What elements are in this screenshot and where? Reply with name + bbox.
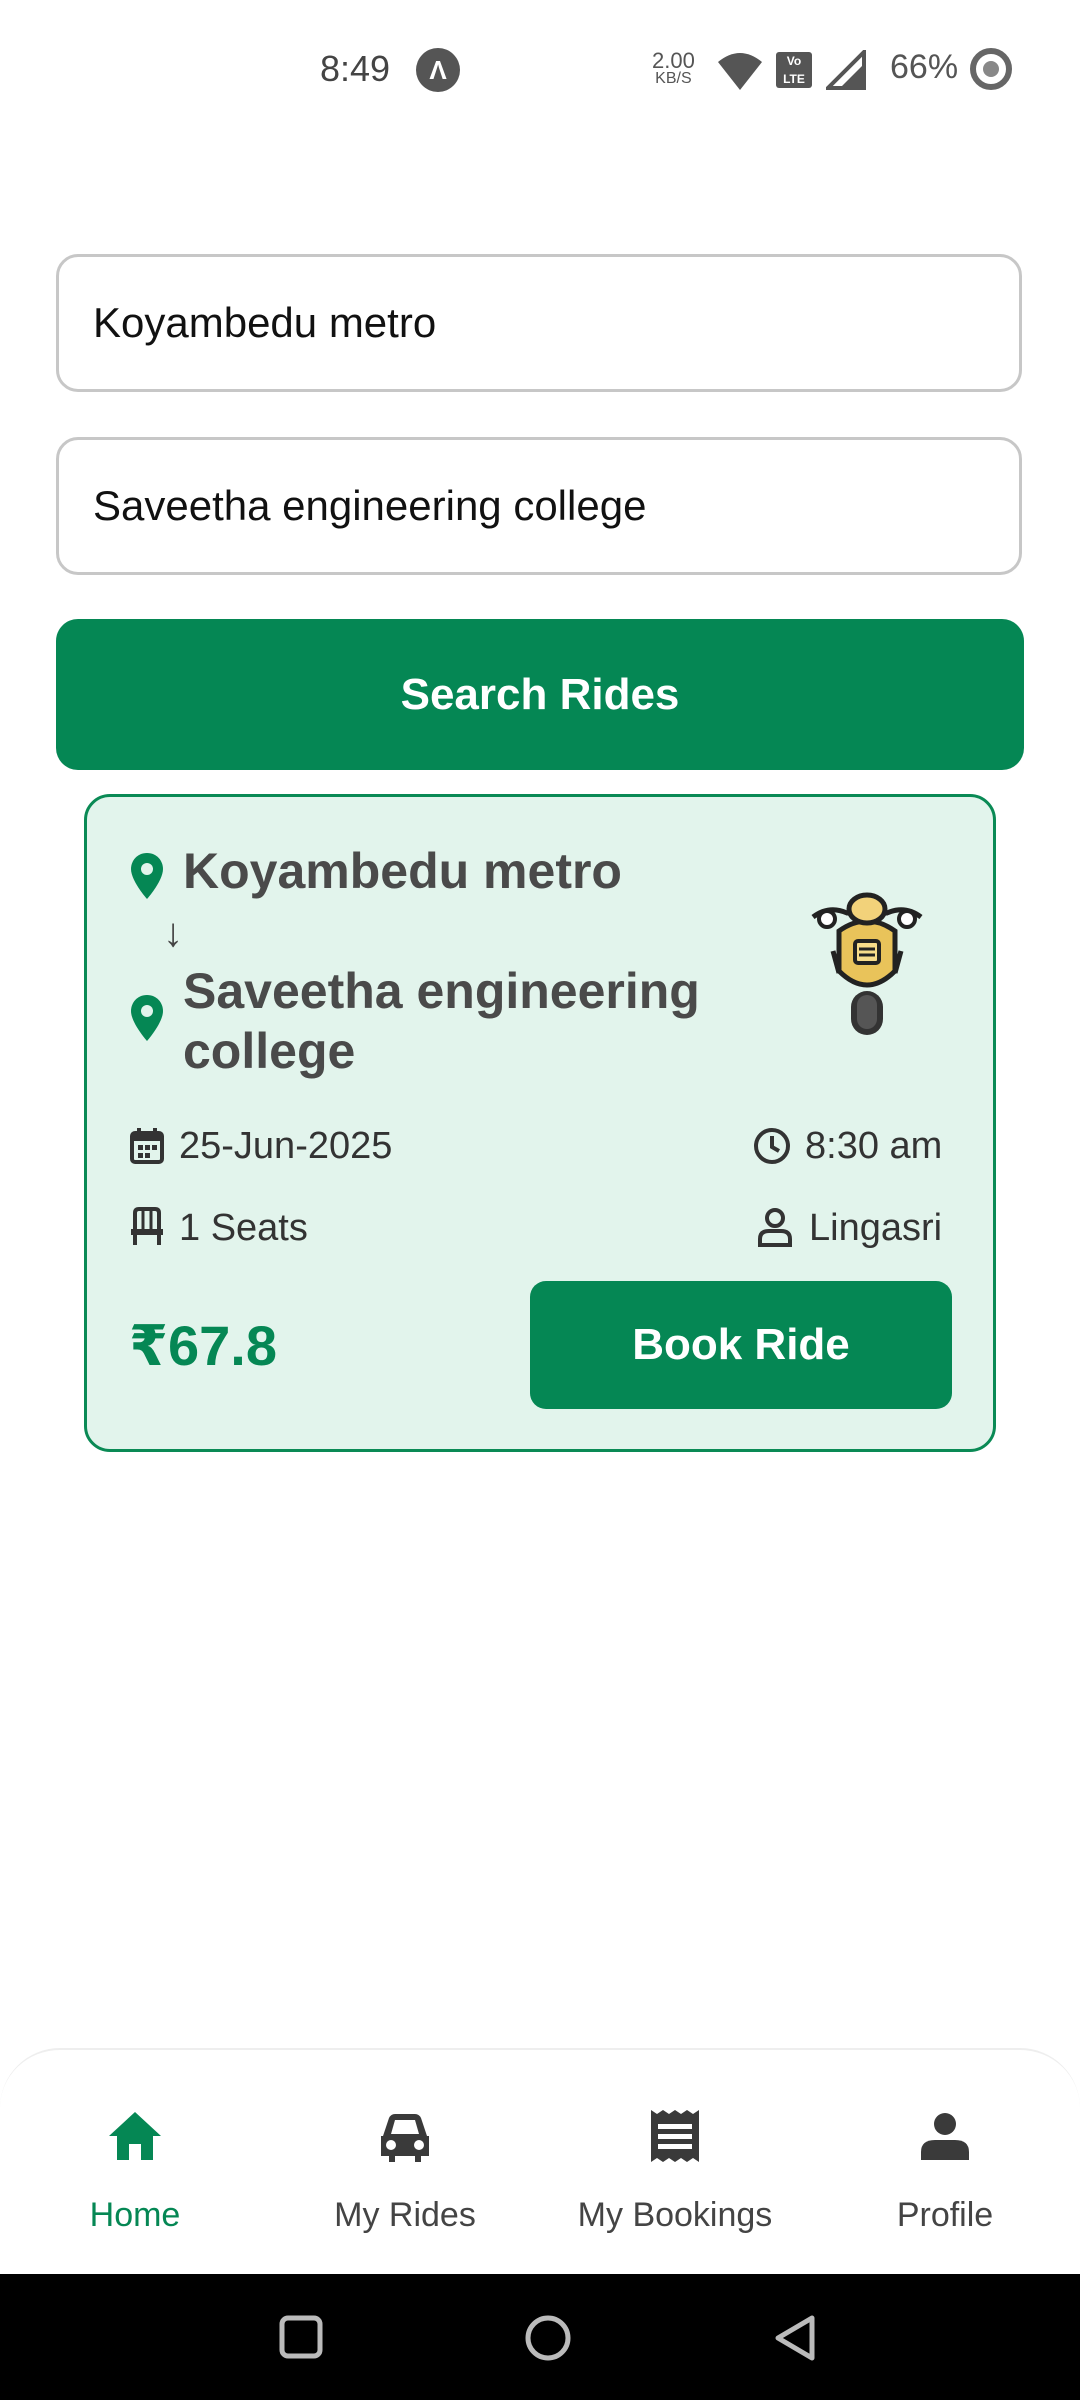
person-icon [921, 2113, 969, 2160]
ride-from: Koyambedu metro [183, 843, 622, 899]
status-bar: 8:49 Λ 2.00 KB/S Vo LTE 66% [0, 0, 1080, 140]
home-icon [109, 2112, 161, 2160]
ride-to-line2: college [183, 1023, 356, 1079]
back-triangle-icon[interactable] [772, 2314, 818, 2362]
volte-icon: Vo LTE [776, 52, 812, 88]
signal-icon [826, 50, 866, 90]
status-time: 8:49 [320, 48, 391, 89]
from-location-input[interactable]: Koyambedu metro [56, 254, 1022, 392]
receipt-icon [651, 2110, 699, 2162]
location-pin-icon [131, 853, 163, 899]
seat-icon [131, 1207, 163, 1245]
network-speed: 2.00 KB/S [652, 48, 695, 88]
car-icon [381, 2114, 429, 2162]
system-navigation-bar [0, 2274, 1080, 2400]
app-notification-icon: Λ [416, 48, 460, 92]
home-circle-icon[interactable] [524, 2314, 572, 2362]
ride-fare: ₹67.8 [129, 1314, 277, 1377]
nav-my-rides[interactable]: My Rides [270, 2050, 540, 2276]
wifi-icon [718, 53, 762, 90]
ride-time: 8:30 am [805, 1125, 943, 1167]
battery-saver-icon [970, 48, 1012, 90]
ride-to: Saveetha engineering college [183, 961, 700, 1081]
nav-profile[interactable]: Profile [810, 2050, 1080, 2276]
network-speed-value: 2.00 [652, 48, 695, 73]
nav-label-home: Home [89, 2196, 181, 2234]
nav-my-bookings[interactable]: My Bookings [540, 2050, 810, 2276]
location-pin-icon [131, 995, 163, 1041]
nav-label-profile: Profile [896, 2196, 994, 2234]
arrow-down-icon: ↓ [163, 911, 183, 955]
nav-home[interactable]: Home [0, 2050, 270, 2276]
motorbike-icon [811, 892, 923, 1035]
recents-square-icon[interactable] [278, 2314, 324, 2360]
ride-to-line1: Saveetha engineering [183, 963, 700, 1019]
clock-icon [754, 1128, 790, 1164]
to-location-input[interactable]: Saveetha engineering college [56, 437, 1022, 575]
ride-driver: Lingasri [809, 1207, 943, 1249]
ride-card[interactable]: Koyambedu metro ↓ Saveetha engineering c… [84, 794, 996, 1452]
book-ride-button[interactable]: Book Ride [530, 1281, 952, 1409]
network-speed-unit: KB/S [655, 70, 692, 87]
nav-label-my-rides: My Rides [334, 2196, 476, 2234]
bottom-navigation: Home My Rides My Bookings Profile [0, 2048, 1080, 2276]
calendar-icon [130, 1128, 164, 1164]
battery-percent: 66% [890, 48, 959, 86]
search-rides-button[interactable]: Search Rides [56, 619, 1024, 770]
user-icon [758, 1208, 792, 1247]
ride-seats: 1 Seats [179, 1207, 308, 1249]
ride-date: 25-Jun-2025 [179, 1125, 393, 1167]
nav-label-my-bookings: My Bookings [577, 2196, 773, 2234]
